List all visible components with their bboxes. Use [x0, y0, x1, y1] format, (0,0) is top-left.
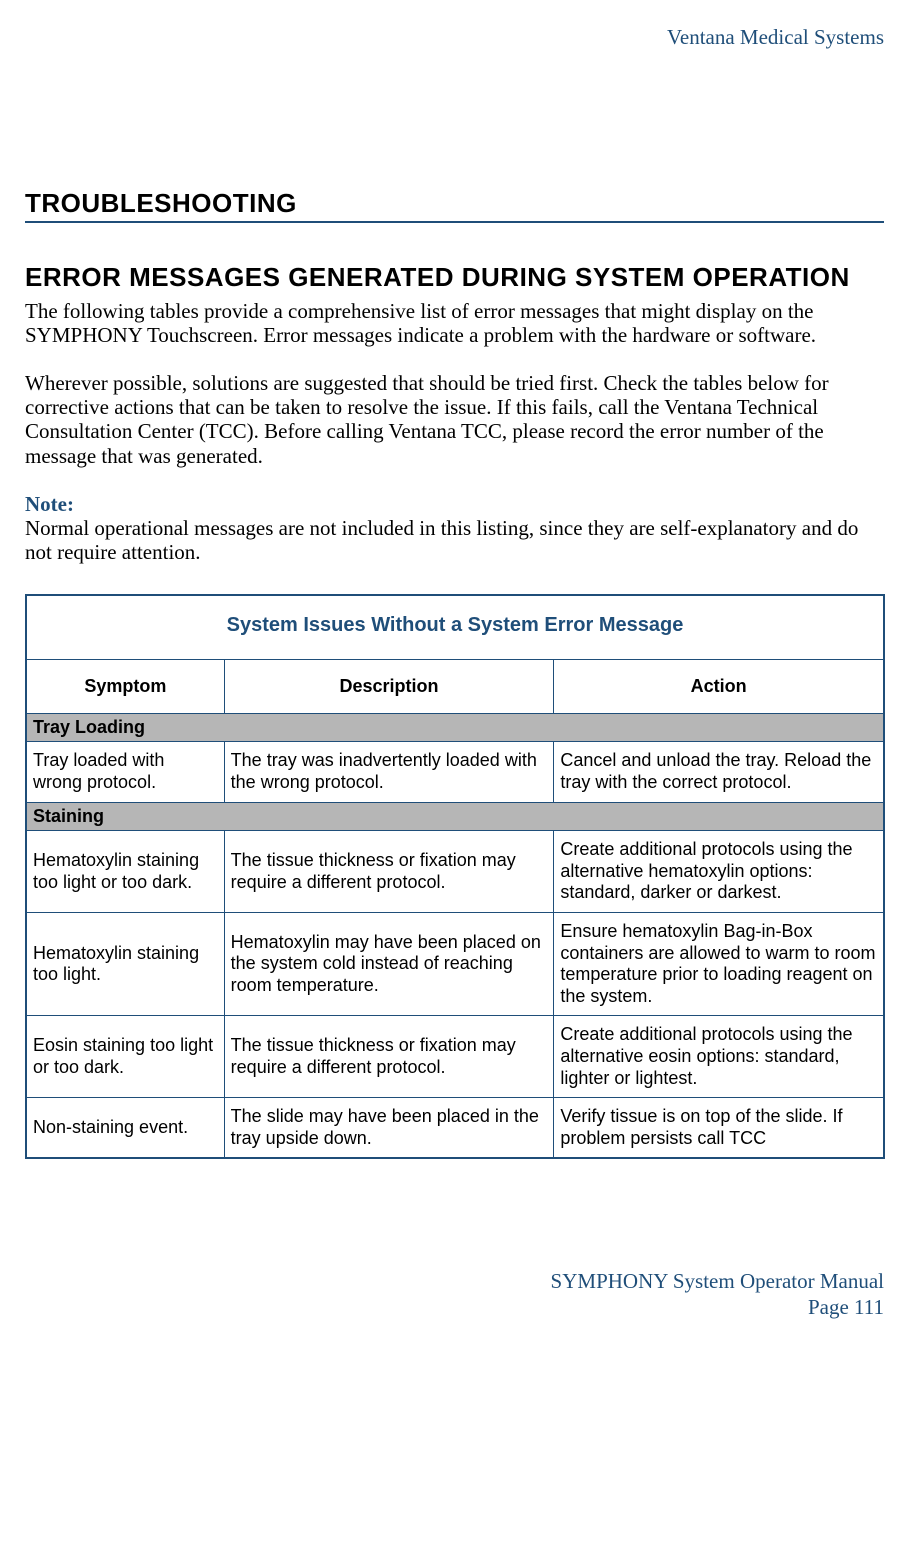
footer-page-number: Page 111 [808, 1295, 884, 1319]
cell-action: Cancel and unload the tray. Reload the t… [554, 742, 884, 802]
paragraph-intro-2: Wherever possible, solutions are suggest… [25, 371, 884, 468]
header-company: Ventana Medical Systems [25, 25, 884, 49]
table-row: Hematoxylin staining too light or too da… [26, 831, 884, 913]
table-row: Non-staining event. The slide may have b… [26, 1098, 884, 1159]
cell-description: The tissue thickness or fixation may req… [224, 831, 554, 913]
title-error-messages: ERROR MESSAGES GENERATED DURING SYSTEM O… [25, 263, 884, 293]
cell-description: The tissue thickness or fixation may req… [224, 1016, 554, 1098]
cell-description: Hematoxylin may have been placed on the … [224, 913, 554, 1016]
cell-symptom: Hematoxylin staining too light. [26, 913, 224, 1016]
footer: SYMPHONY System Operator Manual Page 111 [25, 1269, 884, 1319]
cell-description: The tray was inadvertently loaded with t… [224, 742, 554, 802]
col-header-symptom: Symptom [26, 660, 224, 714]
table-row: Eosin staining too light or too dark. Th… [26, 1016, 884, 1098]
footer-manual-title: SYMPHONY System Operator Manual [551, 1269, 884, 1293]
cell-action: Create additional protocols using the al… [554, 1016, 884, 1098]
col-header-action: Action [554, 660, 884, 714]
cell-symptom: Hematoxylin staining too light or too da… [26, 831, 224, 913]
cell-symptom: Non-staining event. [26, 1098, 224, 1159]
section-tray-loading: Tray Loading [26, 713, 884, 742]
note-label: Note: [25, 492, 74, 516]
table-row: Tray loaded with wrong protocol. The tra… [26, 742, 884, 802]
paragraph-intro-1: The following tables provide a comprehen… [25, 299, 884, 347]
issues-table: System Issues Without a System Error Mes… [25, 594, 885, 1159]
section-staining: Staining [26, 802, 884, 831]
table-row: Hematoxylin staining too light. Hematoxy… [26, 913, 884, 1016]
cell-symptom: Eosin staining too light or too dark. [26, 1016, 224, 1098]
table-title: System Issues Without a System Error Mes… [26, 595, 884, 660]
cell-symptom: Tray loaded with wrong protocol. [26, 742, 224, 802]
note-block: Note: Normal operational messages are no… [25, 492, 884, 564]
title-troubleshooting: TROUBLESHOOTING [25, 189, 884, 223]
cell-description: The slide may have been placed in the tr… [224, 1098, 554, 1159]
col-header-description: Description [224, 660, 554, 714]
cell-action: Create additional protocols using the al… [554, 831, 884, 913]
cell-action: Verify tissue is on top of the slide. If… [554, 1098, 884, 1159]
note-body: Normal operational messages are not incl… [25, 516, 858, 564]
cell-action: Ensure hematoxylin Bag-in-Box containers… [554, 913, 884, 1016]
